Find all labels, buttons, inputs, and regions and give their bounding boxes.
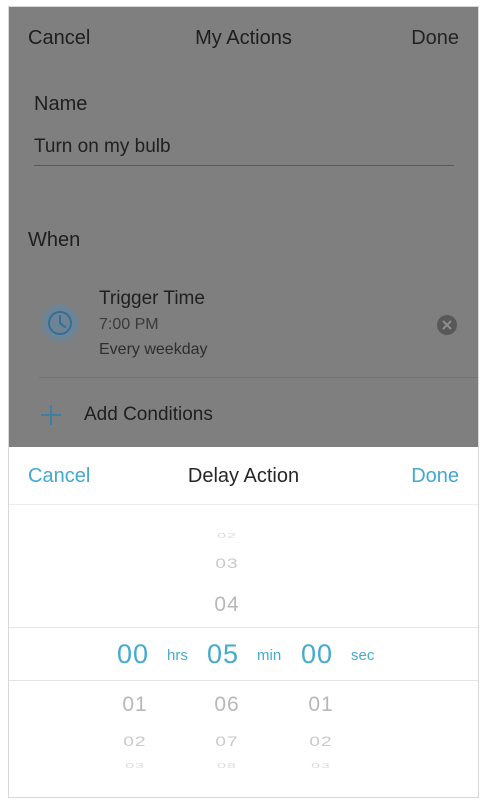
- hours-option[interactable]: 01: [105, 693, 165, 717]
- nav-bar: Cancel My Actions Done: [9, 7, 478, 69]
- add-conditions-button[interactable]: Add Conditions: [39, 400, 213, 430]
- when-label: When: [28, 229, 81, 251]
- minutes-unit: min: [257, 647, 282, 664]
- trigger-title[interactable]: Trigger Time: [99, 288, 205, 310]
- minutes-selected: 05: [207, 639, 240, 669]
- minutes-option-faded: 08: [217, 761, 237, 770]
- minutes-option-faded: 02: [217, 531, 237, 540]
- nav-done-button[interactable]: Done: [411, 27, 459, 50]
- name-underline: [34, 165, 454, 166]
- hours-unit: hrs: [167, 647, 188, 664]
- sheet-done-button[interactable]: Done: [411, 465, 459, 488]
- trigger-time: 7:00 PM: [99, 316, 159, 333]
- seconds-option-faded: 03: [311, 761, 331, 770]
- add-conditions-label: Add Conditions: [84, 404, 213, 425]
- trigger-repeat: Every weekday: [99, 341, 208, 358]
- remove-trigger-icon[interactable]: [437, 315, 457, 335]
- hours-option[interactable]: 02: [105, 734, 165, 751]
- sheet-header: Cancel Delay Action Done: [9, 447, 478, 505]
- dimmed-background: Cancel My Actions Done Name Turn on my b…: [9, 7, 478, 447]
- screen: Cancel My Actions Done Name Turn on my b…: [8, 6, 479, 798]
- minutes-option[interactable]: 06: [197, 693, 257, 717]
- hours-option-faded: 03: [125, 761, 145, 770]
- seconds-option[interactable]: 01: [291, 693, 351, 717]
- duration-picker[interactable]: 00 hrs 01 02 03 02 03 04 05 min 06 07 08…: [9, 505, 478, 797]
- minutes-option[interactable]: 04: [197, 593, 257, 617]
- minutes-option[interactable]: 03: [197, 556, 257, 573]
- minutes-option[interactable]: 07: [197, 734, 257, 751]
- row-divider: [39, 377, 478, 378]
- clock-icon: [41, 304, 79, 342]
- seconds-unit: sec: [351, 647, 375, 664]
- hours-wheel[interactable]: 00 hrs 01 02 03: [9, 505, 189, 797]
- seconds-wheel[interactable]: 00 sec 01 02 03: [299, 505, 478, 797]
- hours-selected: 00: [117, 639, 150, 669]
- page-title: My Actions: [195, 27, 292, 49]
- seconds-option[interactable]: 02: [291, 734, 351, 751]
- name-label: Name: [34, 93, 88, 115]
- plus-icon: [39, 403, 63, 427]
- seconds-selected: 00: [301, 639, 334, 669]
- delay-action-sheet: Cancel Delay Action Done 00 hrs 01 02 03…: [9, 447, 478, 797]
- name-field[interactable]: Turn on my bulb: [34, 136, 171, 158]
- sheet-title: Delay Action: [187, 465, 300, 487]
- minutes-wheel[interactable]: 02 03 04 05 min 06 07 08: [189, 505, 299, 797]
